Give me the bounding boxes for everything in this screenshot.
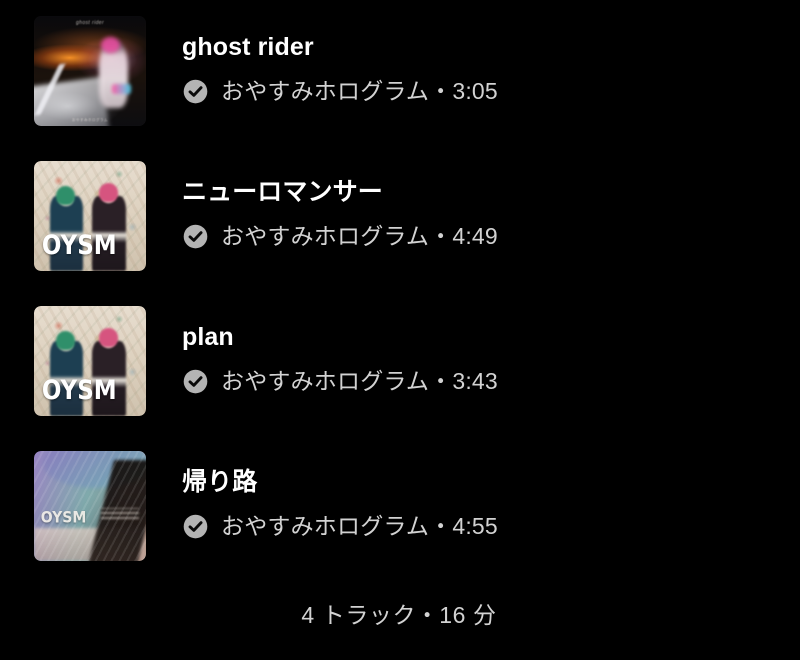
track-meta: ghost rider おやすみホログラム ・ 3:05: [182, 16, 498, 105]
track-row[interactable]: OYSM 帰り路 おやすみホログラム ・ 4:55: [0, 451, 800, 561]
art-shape-accent: [112, 84, 132, 95]
track-row[interactable]: OYSM ニューロマンサー おやすみホログラム ・ 4:49: [0, 161, 800, 271]
track-artist: おやすみホログラム: [221, 512, 430, 539]
track-subtitle-row: おやすみホログラム ・ 4:49: [182, 223, 498, 250]
art-shape-hair-left: [56, 331, 76, 350]
track-separator: ・: [429, 512, 453, 539]
track-separator: ・: [429, 222, 453, 249]
track-row[interactable]: ghost rider おやすみホログラム ghost rider おやすみホロ…: [0, 16, 800, 126]
track-subtitle-row: おやすみホログラム ・ 3:43: [182, 368, 498, 395]
track-meta: 帰り路 おやすみホログラム ・ 4:55: [182, 451, 498, 540]
track-artist: おやすみホログラム: [221, 222, 430, 249]
track-duration: 4:55: [452, 512, 498, 539]
track-separator: ・: [429, 77, 453, 104]
album-art-image: OYSM: [34, 306, 146, 416]
art-shape-stripes: [34, 451, 146, 561]
track-meta: plan おやすみホログラム ・ 3:43: [182, 306, 498, 395]
track-meta: ニューロマンサー おやすみホログラム ・ 4:49: [182, 161, 498, 250]
album-art-plan[interactable]: OYSM: [34, 306, 146, 416]
track-title: 帰り路: [182, 468, 258, 496]
track-title: plan: [182, 323, 234, 351]
track-list-summary: 4 トラック・16 分: [301, 602, 497, 628]
album-art-image: OYSM: [34, 451, 146, 561]
track-duration: 4:49: [452, 222, 498, 249]
track-row[interactable]: OYSM plan おやすみホログラム ・ 3:43: [0, 306, 800, 416]
track-subtitle-row: おやすみホログラム ・ 3:05: [182, 78, 498, 105]
track-subtitle-row: おやすみホログラム ・ 4:55: [182, 513, 498, 540]
verified-check-icon: [183, 224, 208, 248]
track-duration: 3:43: [452, 367, 498, 394]
verified-check-icon: [183, 79, 208, 103]
art-shape-hair-left: [56, 186, 76, 205]
verified-check-icon: [183, 369, 208, 393]
track-separator: ・: [429, 367, 453, 394]
album-art-logo: OYSM: [40, 509, 87, 528]
album-art-ghost-rider[interactable]: ghost rider おやすみホログラム: [34, 16, 146, 126]
track-title: ghost rider: [182, 33, 314, 61]
album-art-image: ghost rider おやすみホログラム: [34, 16, 146, 126]
album-art-caption-bottom: おやすみホログラム: [72, 117, 108, 122]
album-art-image: OYSM: [34, 161, 146, 271]
album-art-logo: OYSM: [41, 230, 117, 261]
art-shape-hair-right: [98, 328, 118, 347]
track-list: ghost rider おやすみホログラム ghost rider おやすみホロ…: [0, 0, 800, 630]
verified-check-icon: [183, 514, 208, 538]
track-duration: 3:05: [452, 77, 498, 104]
track-artist: おやすみホログラム: [221, 77, 430, 104]
track-title: ニューロマンサー: [182, 178, 383, 206]
art-shape-hair-right: [98, 183, 118, 202]
album-art-logo: OYSM: [41, 375, 117, 406]
album-art-kaerimichi[interactable]: OYSM: [34, 451, 146, 561]
album-art-neuromancer[interactable]: OYSM: [34, 161, 146, 271]
album-art-caption-top: ghost rider: [75, 20, 105, 27]
track-artist: おやすみホログラム: [221, 367, 430, 394]
